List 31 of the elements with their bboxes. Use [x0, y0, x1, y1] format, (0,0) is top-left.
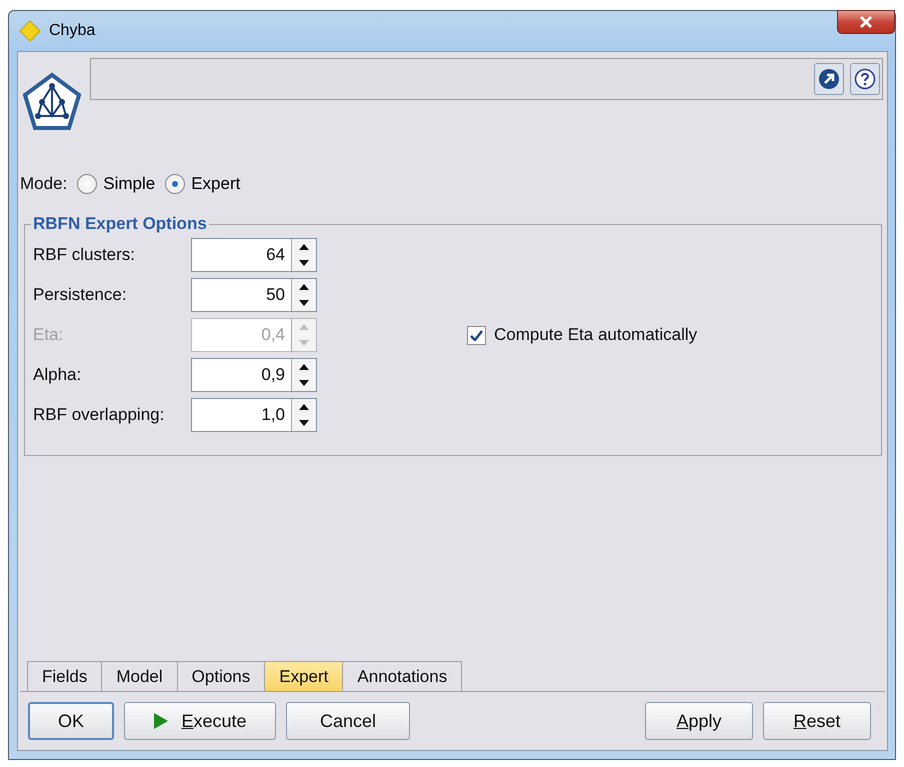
help-button[interactable]	[850, 63, 880, 95]
field-label: Eta:	[33, 325, 64, 345]
field-label: RBF clusters:	[33, 245, 136, 265]
mode-radio[interactable]: Simple	[77, 174, 156, 194]
mode-radio[interactable]: Expert	[165, 174, 240, 194]
compute-eta-checkbox[interactable]: Compute Eta automatically	[467, 318, 698, 352]
close-icon	[858, 15, 874, 29]
close-button[interactable]	[837, 10, 895, 34]
diamond-icon	[19, 20, 41, 42]
number-spinner[interactable]: 1,0	[191, 398, 317, 432]
number-spinner[interactable]: 50	[191, 278, 317, 312]
number-spinner[interactable]: 0,9	[191, 358, 317, 392]
window-title: Chyba	[49, 22, 96, 40]
tab[interactable]: Expert	[264, 661, 344, 691]
field-label: Alpha:	[33, 365, 82, 385]
launch-button[interactable]	[814, 63, 844, 95]
dialog-button[interactable]: Cancel	[286, 702, 410, 740]
tab[interactable]: Annotations	[342, 661, 462, 691]
play-icon	[153, 712, 170, 730]
mode-label: Mode:	[20, 174, 68, 194]
network-node-icon	[22, 72, 82, 132]
checkmark-icon	[470, 330, 483, 340]
field-label: RBF overlapping:	[33, 405, 166, 425]
dialog-button[interactable]: OK	[28, 702, 114, 740]
number-spinner[interactable]: 64	[191, 238, 317, 272]
field-label: Persistence:	[33, 285, 128, 305]
group-title: RBFN Expert Options	[32, 214, 208, 234]
dialog-button[interactable]: Execute	[124, 702, 276, 740]
dialog-button[interactable]: Apply	[645, 702, 753, 740]
tab[interactable]: Fields	[27, 661, 102, 691]
dialog-button[interactable]: Reset	[763, 702, 871, 740]
